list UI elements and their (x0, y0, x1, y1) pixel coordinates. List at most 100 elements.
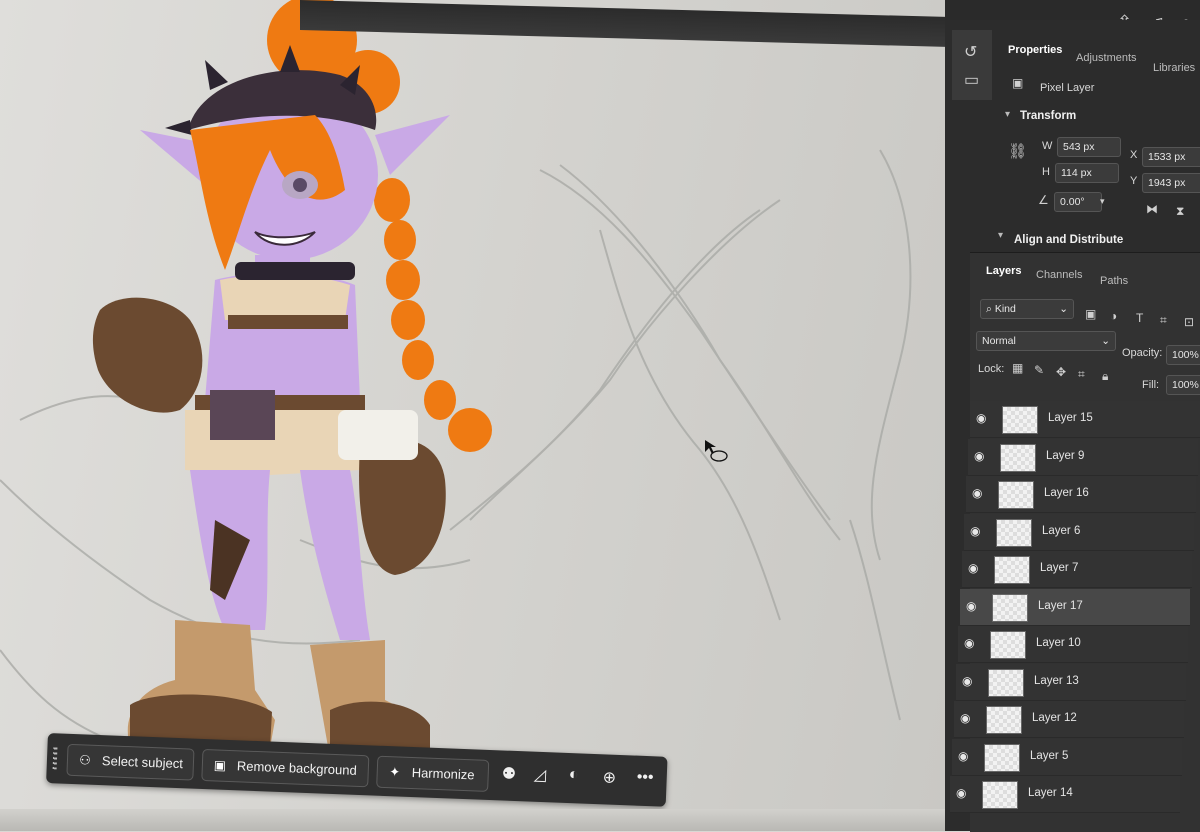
layer-row[interactable]: ◉ Layer 7 (962, 551, 1192, 588)
monitor-bezel-bottom (0, 809, 950, 831)
angle-icon: ∠ (1038, 193, 1049, 207)
lock-pixels-brush-icon[interactable]: ✎ (1034, 363, 1044, 377)
layer-row[interactable]: ◉ Layer 10 (958, 626, 1188, 663)
visibility-eye-icon[interactable]: ◉ (976, 411, 986, 425)
visibility-eye-icon[interactable]: ◉ (962, 674, 972, 688)
layer-name: Layer 16 (1044, 487, 1089, 499)
height-field[interactable]: 114 px (1055, 163, 1119, 183)
layer-thumbnail (990, 631, 1026, 659)
chevron-down-icon: ⌄ (1101, 335, 1110, 347)
lock-label: Lock: (978, 363, 1005, 375)
tab-channels[interactable]: Channels (1036, 269, 1082, 281)
layer-row[interactable]: ◉ Layer 17 (960, 588, 1190, 626)
visibility-eye-icon[interactable]: ◉ (958, 749, 968, 763)
tab-layers[interactable]: Layers (986, 265, 1021, 277)
flip-horizontal-icon[interactable]: ⧓ (1146, 202, 1158, 216)
filter-pixel-icon[interactable]: ▣ (1085, 307, 1096, 321)
tab-libraries[interactable]: Libraries (1153, 62, 1195, 74)
layer-name: Layer 17 (1038, 599, 1083, 612)
layer-name: Layer 13 (1034, 674, 1079, 687)
document-canvas[interactable]: ⚇ Select subject ▣ Remove background ✦ Harm… (0, 0, 950, 831)
visibility-eye-icon[interactable]: ◉ (972, 486, 982, 500)
layer-kind-label: Pixel Layer (1040, 82, 1095, 94)
tab-paths[interactable]: Paths (1100, 275, 1128, 287)
layer-row[interactable]: ◉ Layer 14 (950, 776, 1180, 813)
tab-properties[interactable]: Properties (1008, 44, 1062, 56)
right-leg (300, 470, 370, 640)
visibility-eye-icon[interactable]: ◉ (974, 449, 984, 463)
taskbar-grip-handle[interactable] (52, 747, 58, 770)
layer-thumbnail (996, 518, 1032, 547)
chevron-down-icon[interactable]: ▾ (1005, 109, 1010, 120)
select-subject-icon: ⚇ (78, 752, 92, 768)
fill-label: Fill: (1142, 379, 1160, 391)
blend-mode-select[interactable]: Normal ⌄ (976, 331, 1116, 351)
layer-row[interactable]: ◉ Layer 12 (954, 701, 1184, 738)
layer-row[interactable]: ◉ Layer 6 (964, 513, 1194, 551)
more-options-icon[interactable]: ••• (636, 769, 653, 788)
align-distribute-section-title[interactable]: Align and Distribute (1014, 234, 1123, 246)
rotation-angle-field[interactable]: 0.00° (1054, 192, 1102, 212)
filter-smart-object-icon[interactable]: ⊡ (1184, 315, 1194, 329)
add-adjustment-icon[interactable]: ⊕ (602, 767, 616, 787)
layer-row[interactable]: ◉ Layer 5 (952, 738, 1182, 776)
flip-vertical-icon[interactable]: ⧗ (1176, 204, 1184, 219)
visibility-eye-icon[interactable]: ◉ (956, 786, 966, 800)
layer-row[interactable]: ◉ Layer 16 (966, 476, 1196, 513)
comments-icon[interactable]: ▭ (964, 70, 979, 90)
visibility-eye-icon[interactable]: ◉ (968, 561, 978, 575)
history-icon[interactable]: ↺ (964, 42, 977, 62)
visibility-eye-icon[interactable]: ◉ (964, 636, 974, 650)
layer-thumbnail (984, 743, 1020, 772)
remove-background-button[interactable]: ▣ Remove background (201, 748, 370, 788)
select-subject-button[interactable]: ⚇ Select subject (66, 743, 195, 781)
remove-background-icon: ▣ (213, 757, 227, 773)
visibility-eye-icon[interactable]: ◉ (970, 524, 980, 538)
top (220, 274, 350, 320)
search-icon: ⌕ (986, 303, 995, 315)
lock-all-icon[interactable]: 🔒︎ (1102, 369, 1108, 384)
layer-thumbnail (1000, 443, 1036, 472)
opacity-field[interactable]: 100% (1166, 345, 1200, 365)
layer-name: Layer 6 (1042, 524, 1081, 537)
polygon-select-icon[interactable]: ◿ (533, 765, 546, 785)
artwork (0, 0, 912, 762)
visibility-eye-icon[interactable]: ◉ (960, 711, 970, 725)
chevron-down-icon: ⌄ (1059, 303, 1068, 315)
filter-shape-icon[interactable]: ⌗ (1160, 313, 1167, 328)
link-dimensions-icon[interactable]: ⛓ (1008, 142, 1027, 160)
filter-adjustment-icon[interactable]: ◑ (1110, 309, 1117, 323)
x-position-field[interactable]: 1533 px (1142, 147, 1200, 167)
layer-thumbnail (982, 781, 1018, 809)
layer-name: Layer 12 (1032, 712, 1077, 724)
lock-position-move-icon[interactable]: ✥ (1056, 365, 1066, 379)
layer-name: Layer 14 (1028, 787, 1073, 799)
height-label: H (1042, 166, 1050, 178)
character-illustration (92, 0, 492, 762)
panel-icon-strip: ↺ ▭ (952, 30, 992, 100)
visibility-eye-icon[interactable]: ◉ (966, 599, 976, 613)
pixel-layer-icon: ▣ (1012, 76, 1024, 90)
transform-section-title[interactable]: Transform (1020, 110, 1076, 122)
lock-artboard-icon[interactable]: ⌗ (1078, 367, 1085, 382)
layer-row[interactable]: ◉ Layer 15 (970, 401, 1200, 438)
tab-adjustments[interactable]: Adjustments (1076, 52, 1137, 64)
harmonize-icon: ✦ (389, 764, 401, 780)
layer-row[interactable]: ◉ Layer 9 (968, 438, 1198, 476)
layer-thumbnail (986, 706, 1022, 734)
subject-options-icon[interactable]: ⚉ (501, 763, 516, 784)
mask-icon[interactable]: ◐ (568, 766, 578, 784)
layer-thumbnail (998, 481, 1034, 509)
chevron-down-icon[interactable]: ▾ (998, 230, 1003, 241)
fill-field[interactable]: 100% (1166, 375, 1200, 395)
filter-type-icon[interactable]: T (1136, 311, 1143, 325)
layer-filter-kind-select[interactable]: ⌕ Kind ⌄ (980, 299, 1074, 319)
angle-dropdown-chevron-icon[interactable]: ▾ (1100, 196, 1105, 207)
layer-thumbnail (992, 593, 1028, 622)
lock-transparency-icon[interactable]: ▦ (1012, 361, 1023, 375)
layer-row[interactable]: ◉ Layer 13 (956, 663, 1186, 701)
width-field[interactable]: 543 px (1057, 137, 1121, 157)
layer-name: Layer 15 (1048, 412, 1093, 424)
y-position-field[interactable]: 1943 px (1142, 173, 1200, 193)
harmonize-button[interactable]: ✦ Harmonize (376, 755, 490, 792)
